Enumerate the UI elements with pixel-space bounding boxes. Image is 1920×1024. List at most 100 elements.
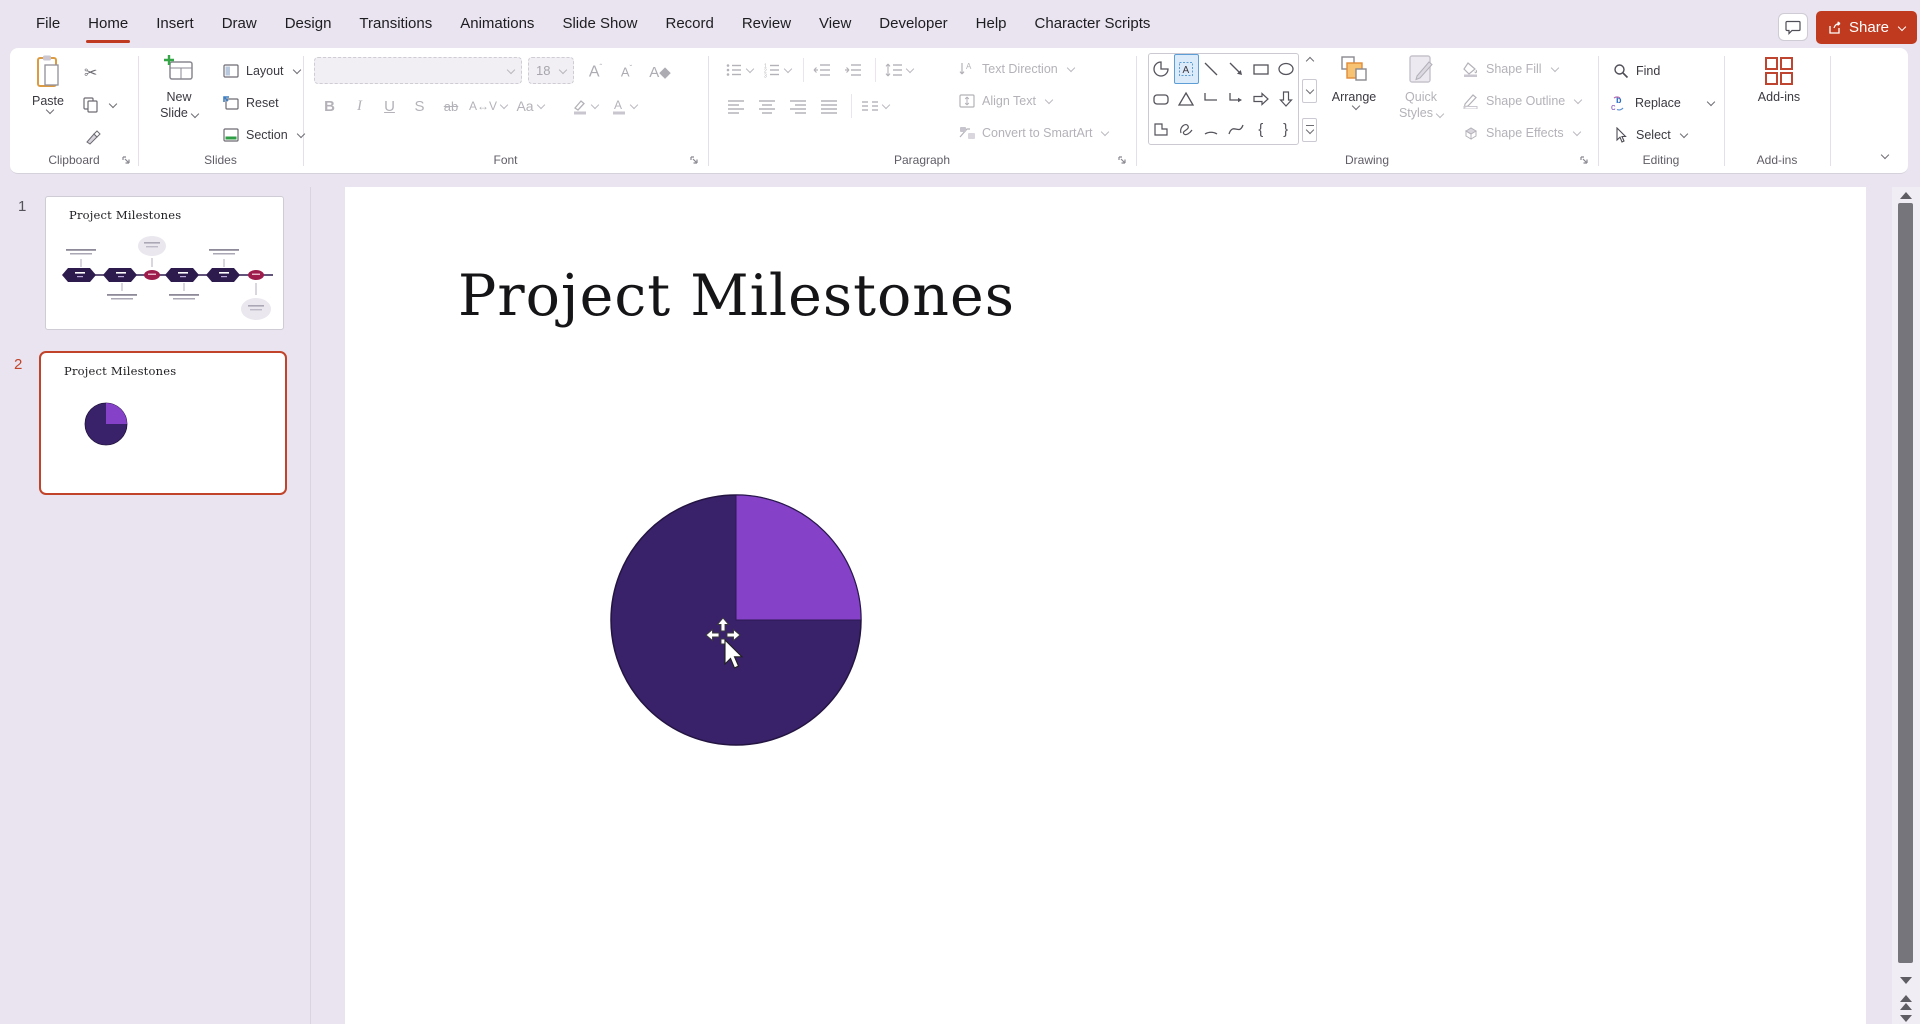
panel-splitter[interactable] bbox=[310, 187, 311, 1024]
dialog-launcher-icon[interactable] bbox=[1116, 154, 1129, 167]
shape-triangle[interactable] bbox=[1174, 84, 1199, 114]
decrease-font-size-button[interactable]: Aˇ bbox=[613, 58, 640, 86]
align-text-button[interactable]: Align Text bbox=[958, 88, 1052, 114]
paste-button[interactable]: Paste bbox=[22, 54, 74, 113]
find-button[interactable]: Find bbox=[1612, 58, 1660, 84]
menu-tab-draw[interactable]: Draw bbox=[208, 0, 271, 47]
shape-fill-button[interactable]: Shape Fill bbox=[1462, 56, 1558, 82]
share-button[interactable]: Share bbox=[1816, 11, 1917, 44]
slide-thumbnail-1[interactable]: Project Milestones bbox=[45, 196, 284, 330]
menu-tab-insert[interactable]: Insert bbox=[142, 0, 208, 47]
shape-down-arrow[interactable] bbox=[1273, 84, 1298, 114]
bold-button[interactable]: B bbox=[316, 92, 343, 120]
text-shadow-button[interactable]: S bbox=[406, 92, 433, 120]
menu-tab-file[interactable]: File bbox=[22, 0, 74, 47]
align-left-button[interactable] bbox=[722, 92, 749, 120]
slide-thumbnail-2-selected[interactable]: Project Milestones bbox=[39, 351, 287, 495]
section-button[interactable]: Section bbox=[222, 122, 304, 148]
line-spacing-button[interactable] bbox=[880, 56, 918, 84]
justify-button[interactable] bbox=[815, 92, 842, 120]
align-right-button[interactable] bbox=[784, 92, 811, 120]
italic-button[interactable]: I bbox=[346, 92, 373, 120]
shape-rectangle[interactable] bbox=[1248, 54, 1273, 84]
slide-title[interactable]: Project Milestones bbox=[458, 263, 1015, 329]
shape-arc[interactable] bbox=[1199, 114, 1224, 144]
align-center-button[interactable] bbox=[753, 92, 780, 120]
font-color-button[interactable]: A bbox=[605, 92, 641, 120]
shape-oval[interactable] bbox=[1273, 54, 1298, 84]
shape-rounded-rectangle[interactable] bbox=[1149, 84, 1174, 114]
highlight-color-button[interactable] bbox=[566, 92, 602, 120]
new-slide-button[interactable]: New Slide bbox=[148, 54, 210, 121]
numbering-button[interactable]: 123 bbox=[760, 56, 794, 84]
menu-tab-transitions[interactable]: Transitions bbox=[345, 0, 446, 47]
shape-text-box-selected[interactable]: A bbox=[1174, 54, 1199, 84]
scroll-up-icon[interactable] bbox=[1305, 57, 1313, 65]
collapse-ribbon-icon[interactable] bbox=[1881, 151, 1889, 159]
shape-curve[interactable] bbox=[1224, 114, 1249, 144]
bullets-button[interactable] bbox=[722, 56, 756, 84]
increase-indent-button[interactable] bbox=[839, 56, 866, 84]
shape-outline-button[interactable]: Shape Outline bbox=[1462, 88, 1581, 114]
shape-effects-button[interactable]: Shape Effects bbox=[1462, 120, 1580, 146]
underline-button[interactable]: U bbox=[376, 92, 403, 120]
character-spacing-button[interactable]: A↔V bbox=[469, 92, 507, 120]
select-button[interactable]: Select bbox=[1612, 122, 1687, 148]
increase-font-size-button[interactable]: Aˆ bbox=[582, 58, 609, 86]
decrease-indent-button[interactable] bbox=[808, 56, 835, 84]
shape-freeform[interactable] bbox=[1149, 114, 1174, 144]
columns-button[interactable] bbox=[856, 92, 894, 120]
format-painter-button[interactable] bbox=[84, 124, 102, 150]
shape-line[interactable] bbox=[1199, 54, 1224, 84]
menu-tab-help[interactable]: Help bbox=[962, 0, 1021, 47]
slide-canvas[interactable]: Project Milestones bbox=[345, 187, 1866, 1024]
previous-slide-button[interactable] bbox=[1900, 995, 1912, 1002]
dialog-launcher-icon[interactable] bbox=[120, 154, 133, 167]
reset-button[interactable]: Reset bbox=[222, 90, 279, 116]
cut-button[interactable]: ✂ bbox=[84, 60, 97, 86]
scroll-down-button[interactable] bbox=[1302, 79, 1317, 103]
shape-elbow-connector[interactable] bbox=[1199, 84, 1224, 114]
menu-tab-record[interactable]: Record bbox=[651, 0, 727, 47]
menu-tab-design[interactable]: Design bbox=[271, 0, 346, 47]
scroll-up-arrow[interactable] bbox=[1900, 192, 1912, 199]
shape-elbow-arrow-connector[interactable] bbox=[1224, 84, 1249, 114]
add-ins-button[interactable]: Add-ins bbox=[1746, 56, 1812, 105]
shape-left-brace[interactable]: { bbox=[1248, 114, 1273, 144]
text-direction-button[interactable]: A Text Direction bbox=[958, 56, 1074, 82]
font-name-combobox[interactable] bbox=[314, 57, 522, 84]
change-case-button[interactable]: Aa bbox=[510, 92, 550, 120]
menu-tab-character-scripts[interactable]: Character Scripts bbox=[1021, 0, 1165, 47]
menu-tab-home[interactable]: Home bbox=[74, 0, 142, 47]
italic-icon: I bbox=[357, 98, 362, 115]
dialog-launcher-icon[interactable] bbox=[1578, 154, 1591, 167]
copy-button[interactable] bbox=[82, 92, 116, 118]
scroll-down-arrow[interactable] bbox=[1900, 977, 1912, 984]
menu-tab-view[interactable]: View bbox=[805, 0, 865, 47]
shape-arrow-line[interactable] bbox=[1224, 54, 1249, 84]
shape-scribble[interactable] bbox=[1174, 114, 1199, 144]
dialog-launcher-icon[interactable] bbox=[688, 154, 701, 167]
convert-to-smartart-button[interactable]: Convert to SmartArt bbox=[958, 120, 1108, 146]
strikethrough-button[interactable]: ab bbox=[436, 92, 466, 120]
vertical-scrollbar[interactable] bbox=[1892, 187, 1920, 1024]
shape-right-brace[interactable]: } bbox=[1273, 114, 1298, 144]
shape-right-arrow[interactable] bbox=[1248, 84, 1273, 114]
previous-slide-button-2[interactable] bbox=[1900, 1003, 1912, 1010]
more-shapes-button[interactable] bbox=[1302, 118, 1317, 142]
quick-styles-button[interactable]: Quick Styles bbox=[1390, 54, 1452, 121]
shape-pie[interactable] bbox=[1149, 54, 1174, 84]
font-size-combobox[interactable]: 18 bbox=[528, 57, 574, 84]
next-slide-button[interactable] bbox=[1900, 1015, 1912, 1022]
menu-tab-review[interactable]: Review bbox=[728, 0, 805, 47]
arrange-button[interactable]: Arrange bbox=[1326, 54, 1382, 109]
menu-tab-animations[interactable]: Animations bbox=[446, 0, 548, 47]
menu-tab-slide-show[interactable]: Slide Show bbox=[548, 0, 651, 47]
menu-tab-developer[interactable]: Developer bbox=[865, 0, 961, 47]
layout-button[interactable]: Layout bbox=[222, 58, 300, 84]
comments-button[interactable] bbox=[1778, 13, 1808, 41]
scrollbar-thumb[interactable] bbox=[1898, 203, 1913, 963]
replace-button[interactable]: b c Replace bbox=[1610, 90, 1714, 116]
pie-chart[interactable] bbox=[609, 493, 863, 747]
clear-formatting-button[interactable]: A◆ bbox=[644, 58, 676, 86]
